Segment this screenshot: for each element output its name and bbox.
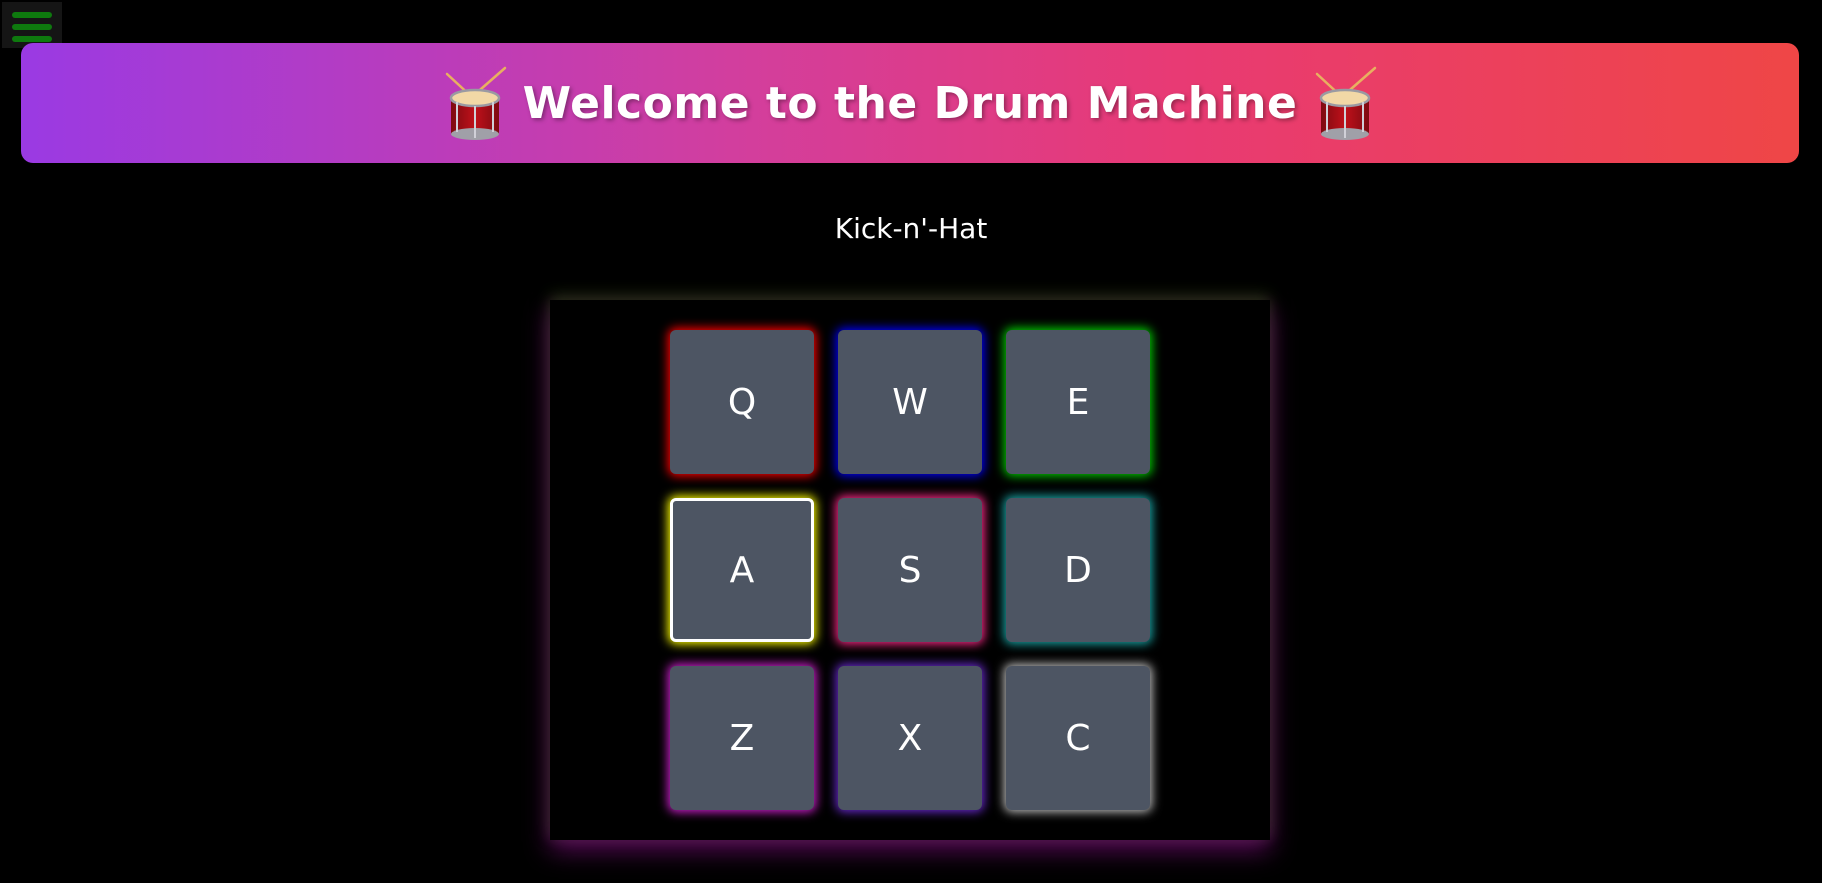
hamburger-menu-icon bbox=[12, 12, 52, 18]
drum-pad-z[interactable]: Z bbox=[670, 666, 814, 810]
drum-pad-d[interactable]: D bbox=[1006, 498, 1150, 642]
drum-emoji-icon bbox=[1316, 66, 1377, 140]
drum-pad-c[interactable]: C bbox=[1006, 666, 1150, 810]
banner-title: Welcome to the Drum Machine bbox=[522, 77, 1298, 129]
drum-pad-w[interactable]: W bbox=[838, 330, 982, 474]
drum-pad-panel: Q W E A S D Z X C bbox=[550, 300, 1270, 840]
header-banner: Welcome to the Drum Machine bbox=[21, 43, 1799, 163]
drum-pad-a[interactable]: A bbox=[670, 498, 814, 642]
sound-display: Kick-n'-Hat bbox=[834, 212, 988, 245]
drum-pad-x[interactable]: X bbox=[838, 666, 982, 810]
drum-pad-s[interactable]: S bbox=[838, 498, 982, 642]
banner-title-row: Welcome to the Drum Machine bbox=[443, 64, 1378, 142]
drum-pad-q[interactable]: Q bbox=[670, 330, 814, 474]
drum-emoji-icon bbox=[445, 66, 506, 140]
drum-pad-e[interactable]: E bbox=[1006, 330, 1150, 474]
hamburger-menu-button[interactable] bbox=[2, 2, 62, 48]
